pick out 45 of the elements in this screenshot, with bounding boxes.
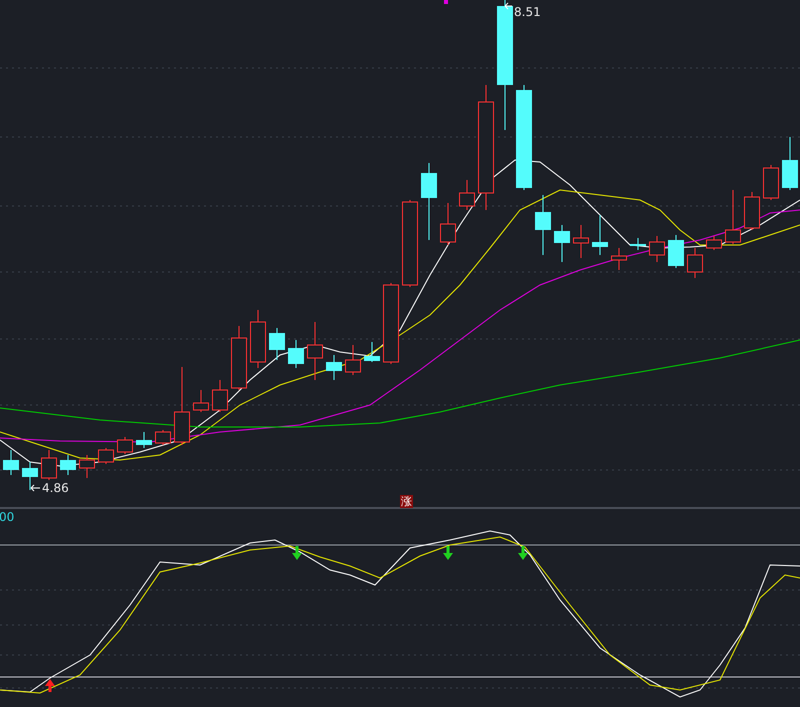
candlestick xyxy=(763,164,779,200)
candlestick xyxy=(725,190,741,244)
candlestick xyxy=(193,390,209,412)
candlestick xyxy=(706,236,722,250)
candlestick xyxy=(668,234,684,268)
candlestick xyxy=(307,322,323,380)
leader-line xyxy=(504,2,512,10)
low-price-label: 4.86 xyxy=(42,481,69,495)
candlestick xyxy=(60,454,76,476)
high-price-label: 8.51 xyxy=(514,5,541,19)
candlestick xyxy=(326,354,342,380)
candlestick xyxy=(136,432,152,448)
indicator-value-label: 00 xyxy=(0,510,14,524)
candlestick xyxy=(22,462,38,490)
down-arrow-icon xyxy=(518,546,528,560)
candlestick xyxy=(573,224,589,258)
candlestick xyxy=(41,450,57,480)
candlestick xyxy=(212,380,228,412)
down-arrow-icon xyxy=(443,546,453,560)
candlestick xyxy=(98,448,114,464)
candlestick xyxy=(117,436,133,454)
candlestick xyxy=(535,194,551,256)
candlestick xyxy=(288,340,304,368)
candlestick xyxy=(459,180,475,210)
candlestick xyxy=(649,236,665,262)
candlestick xyxy=(687,248,703,278)
candlestick xyxy=(782,136,798,190)
candlestick xyxy=(744,192,760,230)
up-arrow-icon xyxy=(45,679,55,692)
candlestick xyxy=(250,310,266,368)
candlestick xyxy=(592,214,608,256)
candlestick xyxy=(630,238,646,250)
candlestick xyxy=(3,450,19,476)
candlestick xyxy=(440,202,456,246)
leader-line xyxy=(30,484,40,492)
candlestick xyxy=(345,344,361,376)
candlestick xyxy=(269,328,285,360)
down-arrow-icon xyxy=(292,546,302,560)
candlestick xyxy=(364,342,380,362)
candlestick xyxy=(155,430,171,446)
candlestick xyxy=(554,224,570,262)
candlestick xyxy=(611,248,627,270)
candlestick xyxy=(231,326,247,390)
candlestick xyxy=(79,454,95,478)
rise-badge: 涨 xyxy=(400,495,413,508)
